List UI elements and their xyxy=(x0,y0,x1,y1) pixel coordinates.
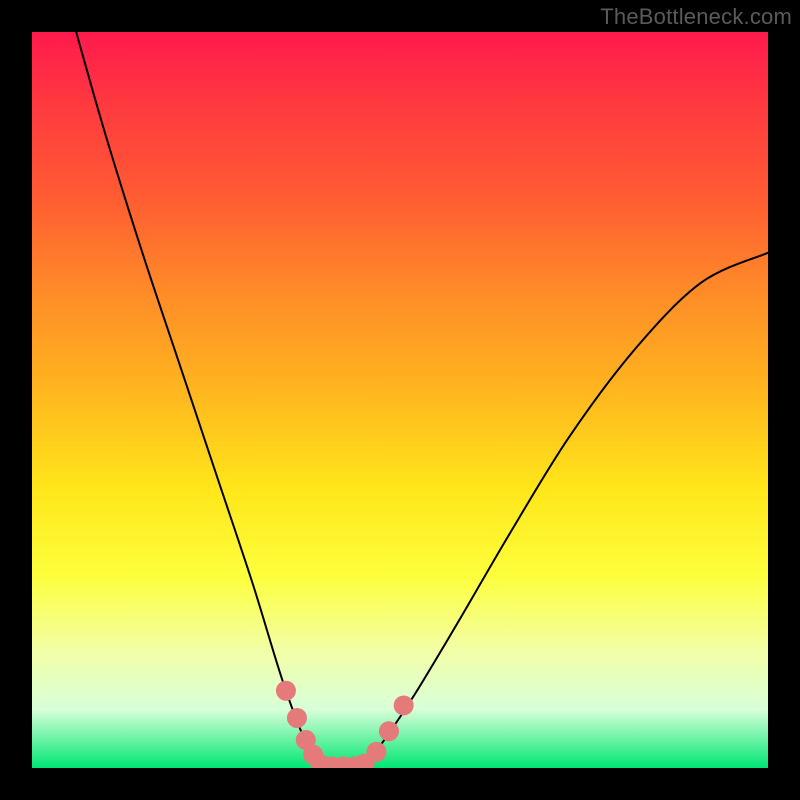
line-layer xyxy=(76,32,768,768)
curve-left-branch xyxy=(76,32,323,768)
watermark-text: TheBottleneck.com xyxy=(600,4,792,30)
marker-point xyxy=(366,742,386,762)
marker-point xyxy=(394,695,414,715)
marker-point xyxy=(287,708,307,728)
marker-point xyxy=(379,721,399,741)
chart-svg xyxy=(32,32,768,768)
marker-layer xyxy=(276,681,414,768)
curve-right-branch xyxy=(363,253,768,768)
chart-frame: TheBottleneck.com xyxy=(0,0,800,800)
plot-area xyxy=(32,32,768,768)
marker-point xyxy=(276,681,296,701)
